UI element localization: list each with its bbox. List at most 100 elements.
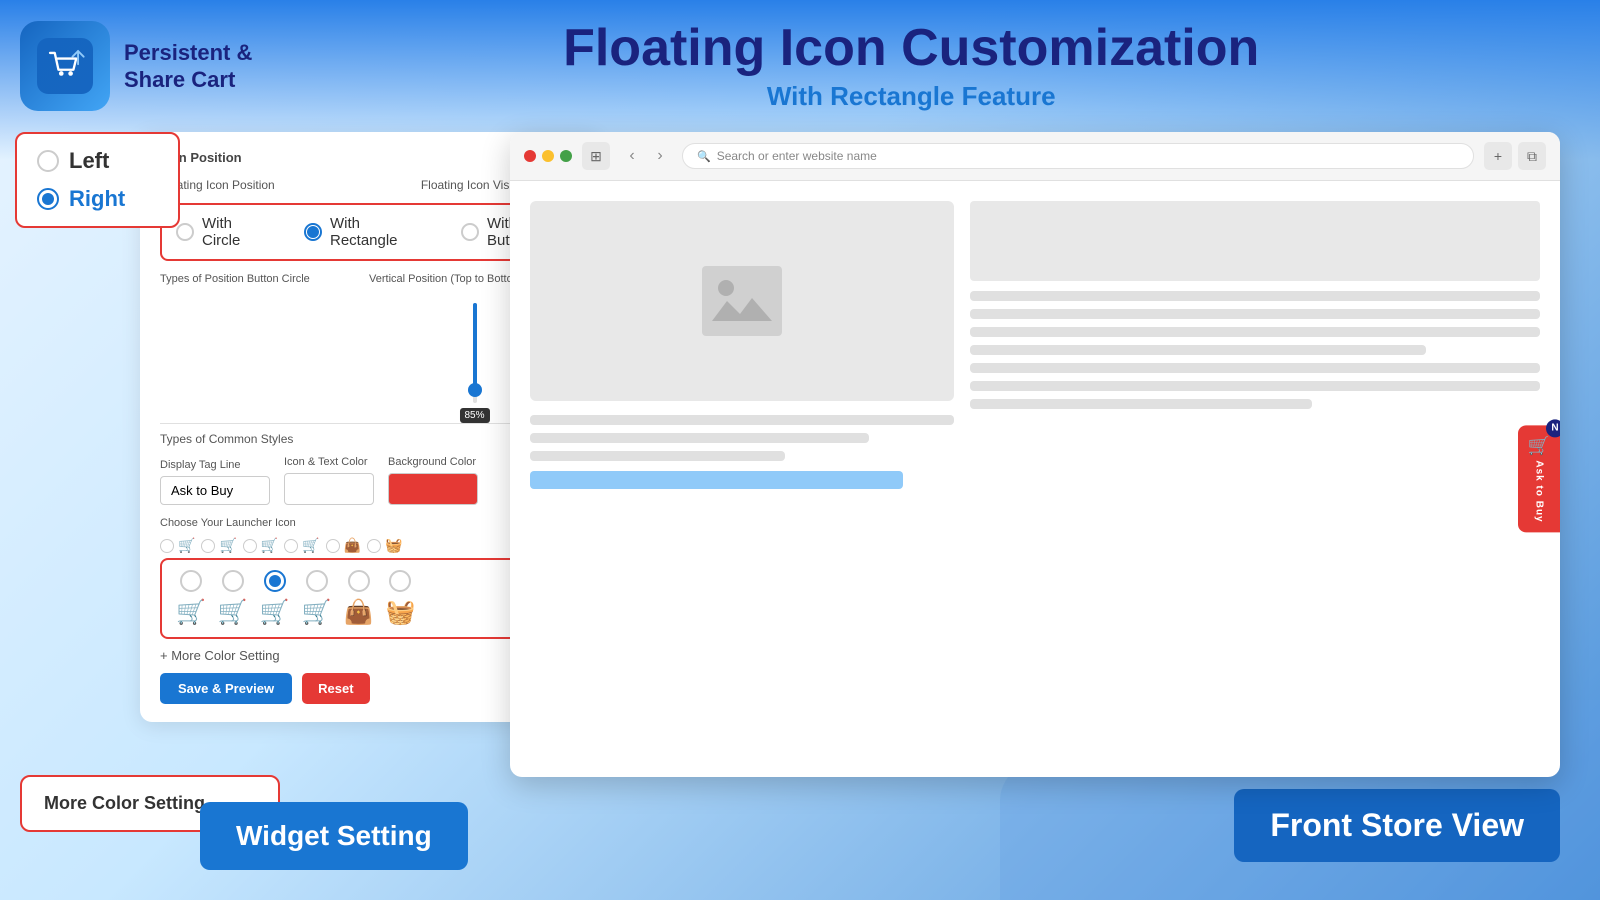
search-icon: 🔍	[697, 150, 711, 163]
large-radio-5[interactable]	[348, 570, 370, 592]
right-line-1	[970, 291, 1540, 301]
browser-actions: + ⧉	[1484, 142, 1546, 170]
browser-nav: ‹ ›	[620, 144, 672, 168]
icon-radio-5[interactable]	[326, 539, 340, 553]
right-line-4	[970, 345, 1426, 355]
icon-radio-2[interactable]	[201, 539, 215, 553]
more-color-link[interactable]: + More Color Setting	[160, 648, 280, 663]
new-tab-btn[interactable]: +	[1484, 142, 1512, 170]
browser-right-col	[970, 201, 1540, 756]
bg-color-field: Background Color	[388, 456, 478, 505]
with-rectangle-label: With Rectangle	[330, 215, 431, 249]
vslider-track[interactable]: 85%	[473, 303, 477, 403]
cart-badge: N	[1546, 419, 1560, 437]
icon-opt-3[interactable]: 🛒	[243, 537, 278, 554]
icon-radio-3[interactable]	[243, 539, 257, 553]
icon-radio-6[interactable]	[367, 539, 381, 553]
url-placeholder: Search or enter website name	[717, 149, 877, 163]
right-line-5	[970, 363, 1540, 373]
reset-button[interactable]: Reset	[302, 673, 369, 704]
large-radio-1[interactable]	[180, 570, 202, 592]
image-placeholder-icon	[702, 266, 782, 336]
icon-opt-4[interactable]: 🛒	[284, 537, 319, 554]
cart-icon-3: 🛒	[260, 598, 290, 627]
maximize-dot[interactable]	[560, 150, 572, 162]
bg-color-swatch[interactable]	[388, 473, 478, 505]
highlight-line	[530, 471, 903, 489]
browser-dots	[524, 150, 572, 162]
large-radio-4[interactable]	[306, 570, 328, 592]
circle-radio[interactable]	[176, 223, 194, 241]
browser-window: ⊞ ‹ › 🔍 Search or enter website name + ⧉	[510, 132, 1560, 777]
widget-setting-label: Widget Setting	[200, 802, 468, 870]
icon-text-color-swatch[interactable]	[284, 473, 374, 505]
url-bar[interactable]: 🔍 Search or enter website name	[682, 143, 1474, 169]
icon-opt-2[interactable]: 🛒	[201, 537, 236, 554]
content-area: Left Right Icon Position Floating Icon P…	[0, 122, 1600, 862]
minimize-dot[interactable]	[542, 150, 554, 162]
icon-opt-6[interactable]: 🧺	[367, 537, 402, 554]
close-dot[interactable]	[524, 150, 536, 162]
position-radio-box: Left Right	[15, 132, 180, 228]
left-radio[interactable]	[37, 150, 59, 172]
left-panel: Left Right Icon Position Floating Icon P…	[30, 132, 490, 862]
display-tag-input[interactable]	[160, 476, 270, 505]
bg-color-label: Background Color	[388, 456, 478, 468]
icon-radio-1[interactable]	[160, 539, 174, 553]
logo-icon	[37, 38, 93, 94]
left-position-option[interactable]: Left	[37, 148, 158, 174]
with-circle-option[interactable]: With Circle	[176, 215, 274, 249]
large-icon-opt-6[interactable]: 🧺	[385, 570, 415, 627]
with-circle-label: With Circle	[202, 215, 274, 249]
slider-value-label: 85%	[459, 408, 489, 423]
large-radio-3[interactable]	[264, 570, 286, 592]
rectangle-radio[interactable]	[304, 223, 322, 241]
cart-icon-4: 🛒	[302, 598, 332, 627]
display-tag-label: Display Tag Line	[160, 459, 270, 471]
copy-btn[interactable]: ⧉	[1518, 142, 1546, 170]
icon-text-color-field: Icon & Text Color	[284, 456, 374, 505]
right-line-2	[970, 309, 1540, 319]
back-btn[interactable]: ‹	[620, 144, 644, 168]
header-title-area: Floating Icon Customization With Rectang…	[252, 20, 1570, 112]
widget-setting-area: Widget Setting	[200, 802, 468, 870]
logo-box	[20, 21, 110, 111]
basket-icon-1: 🧺	[385, 598, 415, 627]
content-line-1	[530, 415, 954, 425]
forward-btn[interactable]: ›	[648, 144, 672, 168]
floating-cart-widget[interactable]: N 🛒 Ask to Buy	[1518, 425, 1560, 532]
icon-text-color-label: Icon & Text Color	[284, 456, 374, 468]
button-radio[interactable]	[461, 223, 479, 241]
right-line-7	[970, 399, 1312, 409]
content-line-3	[530, 451, 785, 461]
right-label: Right	[69, 186, 125, 212]
icon-radio-4[interactable]	[284, 539, 298, 553]
right-position-option[interactable]: Right	[37, 186, 158, 212]
large-icon-opt-5[interactable]: 👜	[344, 570, 374, 627]
bag-icon-1: 👜	[344, 598, 374, 627]
icon-opt-1[interactable]: 🛒	[160, 537, 195, 554]
content-line-2	[530, 433, 869, 443]
vslider-handle[interactable]	[468, 383, 482, 397]
front-store-area: Front Store View	[510, 789, 1560, 862]
large-icon-opt-1[interactable]: 🛒	[176, 570, 206, 627]
browser-bar: ⊞ ‹ › 🔍 Search or enter website name + ⧉	[510, 132, 1560, 181]
icon-opt-5[interactable]: 👜	[326, 537, 361, 554]
tab-btn[interactable]: ⊞	[582, 142, 610, 170]
logo-text: Persistent & Share Cart	[124, 39, 252, 94]
right-col-image-1	[970, 201, 1540, 281]
browser-content: N 🛒 Ask to Buy	[510, 181, 1560, 776]
large-icon-opt-2[interactable]: 🛒	[218, 570, 248, 627]
large-icon-opt-3[interactable]: 🛒	[260, 570, 290, 627]
large-icon-opt-4[interactable]: 🛒	[302, 570, 332, 627]
right-line-6	[970, 381, 1540, 391]
save-preview-button[interactable]: Save & Preview	[160, 673, 292, 704]
right-radio[interactable]	[37, 188, 59, 210]
types-col: Types of Position Button Circle	[160, 273, 349, 413]
sub-title: With Rectangle Feature	[252, 81, 1570, 112]
right-line-3	[970, 327, 1540, 337]
large-radio-6[interactable]	[389, 570, 411, 592]
with-rectangle-option[interactable]: With Rectangle	[304, 215, 431, 249]
vslider-fill	[473, 303, 477, 388]
large-radio-2[interactable]	[222, 570, 244, 592]
